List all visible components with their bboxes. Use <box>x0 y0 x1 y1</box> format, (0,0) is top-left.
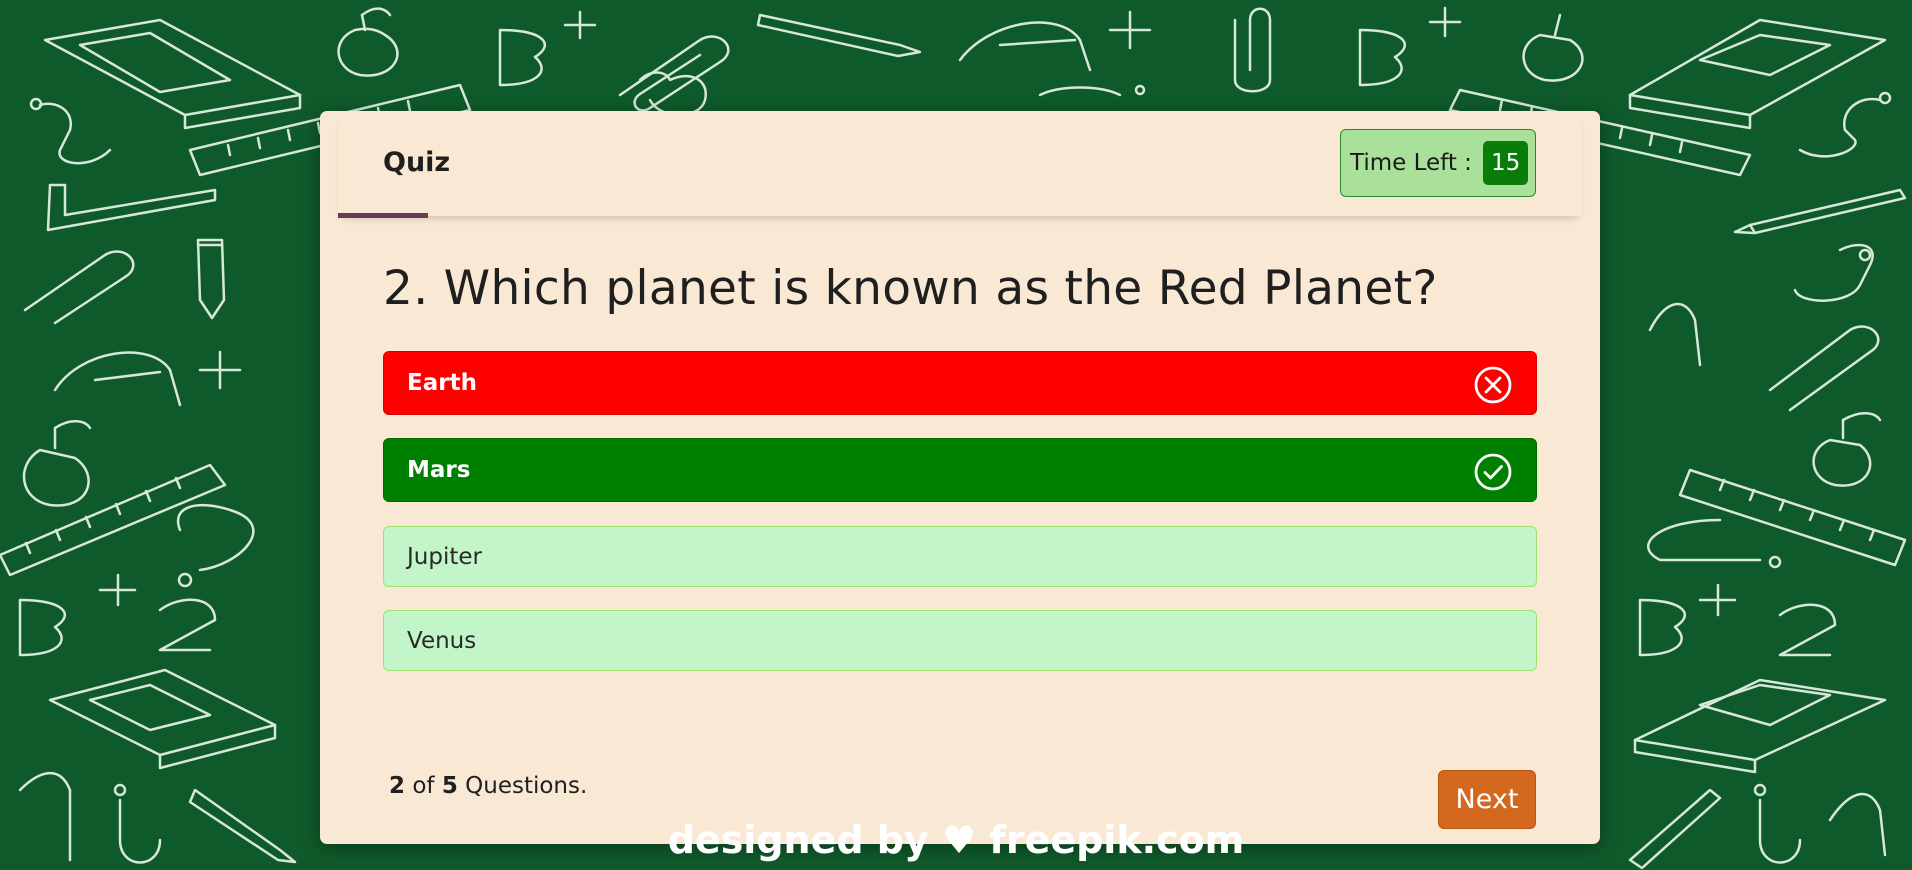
total-question-number: 5 <box>441 773 458 799</box>
option-mars[interactable]: Mars <box>383 438 1537 502</box>
option-venus[interactable]: Venus <box>383 610 1537 671</box>
option-label: Venus <box>407 627 477 654</box>
option-label: Earth <box>407 370 477 396</box>
title-underline <box>338 213 428 218</box>
option-earth[interactable]: Earth <box>383 351 1537 415</box>
timer-label: Time Left : <box>1350 150 1472 176</box>
option-label: Jupiter <box>407 543 482 570</box>
check-circle-icon <box>1474 453 1512 491</box>
option-label: Mars <box>407 457 471 483</box>
option-jupiter[interactable]: Jupiter <box>383 526 1537 587</box>
quiz-card: Quiz Time Left : 15 2. Which planet is k… <box>320 111 1600 844</box>
cross-circle-icon <box>1474 366 1512 404</box>
timer-box: Time Left : 15 <box>1340 129 1536 197</box>
timer-value: 15 <box>1482 141 1529 185</box>
counter-suffix: Questions. <box>465 773 588 799</box>
question-counter: 2 of 5 Questions. <box>389 773 587 799</box>
quiz-header: Quiz Time Left : 15 <box>338 111 1582 218</box>
quiz-title: Quiz <box>383 147 451 178</box>
designer-credit: designed by ♥ freepik.com <box>667 818 1245 862</box>
counter-of-text: of <box>412 773 435 799</box>
question-text: 2. Which planet is known as the Red Plan… <box>383 261 1438 316</box>
current-question-number: 2 <box>389 773 406 799</box>
